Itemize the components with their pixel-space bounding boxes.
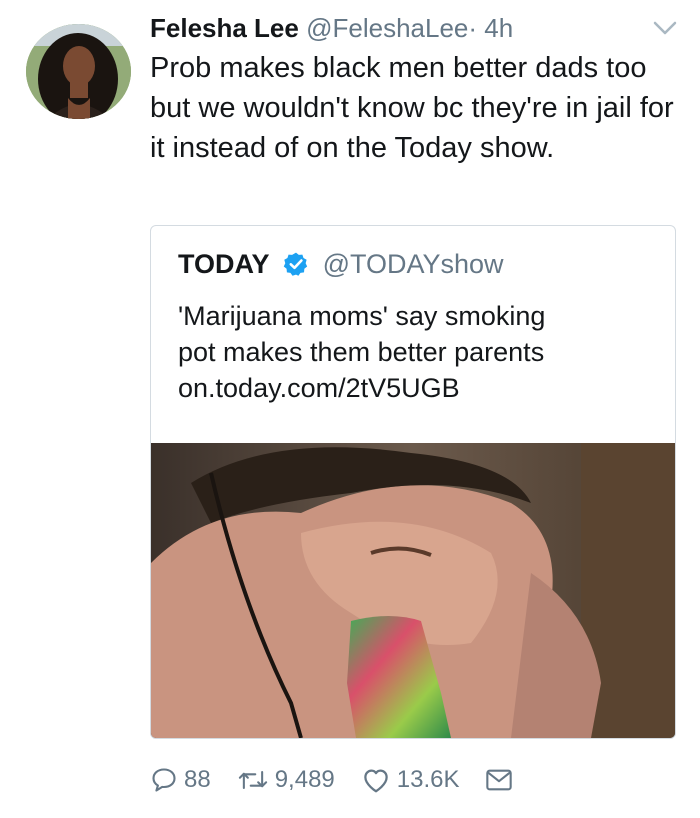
heart-icon <box>364 769 388 793</box>
author-handle[interactable]: @FeleshaLee <box>306 13 468 43</box>
avatar-image <box>26 24 131 119</box>
quoted-tweet-text: 'Marijuana moms' say smoking pot makes t… <box>178 298 648 406</box>
quoted-tweet-card[interactable]: TODAY @TODAYshow 'Marijuana moms' say sm… <box>150 225 676 739</box>
separator-dot: · <box>468 13 478 43</box>
quoted-author-handle: @TODAYshow <box>322 249 504 279</box>
like-count: 13.6K <box>396 766 460 793</box>
direct-message-button[interactable] <box>485 767 519 793</box>
chevron-down-icon[interactable] <box>652 20 678 36</box>
tweet-timestamp[interactable]: 4h <box>484 13 513 43</box>
author-name[interactable]: Felesha Lee <box>150 13 299 43</box>
retweet-icon <box>238 770 267 790</box>
envelope-icon <box>486 769 513 791</box>
verified-badge-icon <box>283 252 308 276</box>
quoted-link[interactable]: on.today.com/2tV5UGB <box>178 370 648 406</box>
quoted-text-line: pot makes them better parents <box>178 337 545 367</box>
tweet-actions: 88 9,489 13.6K <box>150 760 545 800</box>
reply-icon <box>152 768 176 792</box>
quoted-tweet-image[interactable] <box>151 443 675 738</box>
quoted-text-line: 'Marijuana moms' say smoking <box>178 301 546 331</box>
like-button[interactable]: 13.6K <box>361 766 460 794</box>
retweet-count: 9,489 <box>274 766 335 793</box>
tweet-text: Prob makes black men better dads too but… <box>150 52 674 164</box>
retweet-button[interactable]: 9,489 <box>237 766 335 794</box>
quoted-author-name: TODAY <box>178 249 270 279</box>
reply-count: 88 <box>184 766 211 793</box>
reply-button[interactable]: 88 <box>150 766 211 794</box>
tweet-header: Felesha Lee @FeleshaLee· 4h <box>150 10 670 46</box>
author-avatar[interactable] <box>26 24 131 119</box>
quoted-tweet-header: TODAY @TODAYshow <box>178 246 504 282</box>
